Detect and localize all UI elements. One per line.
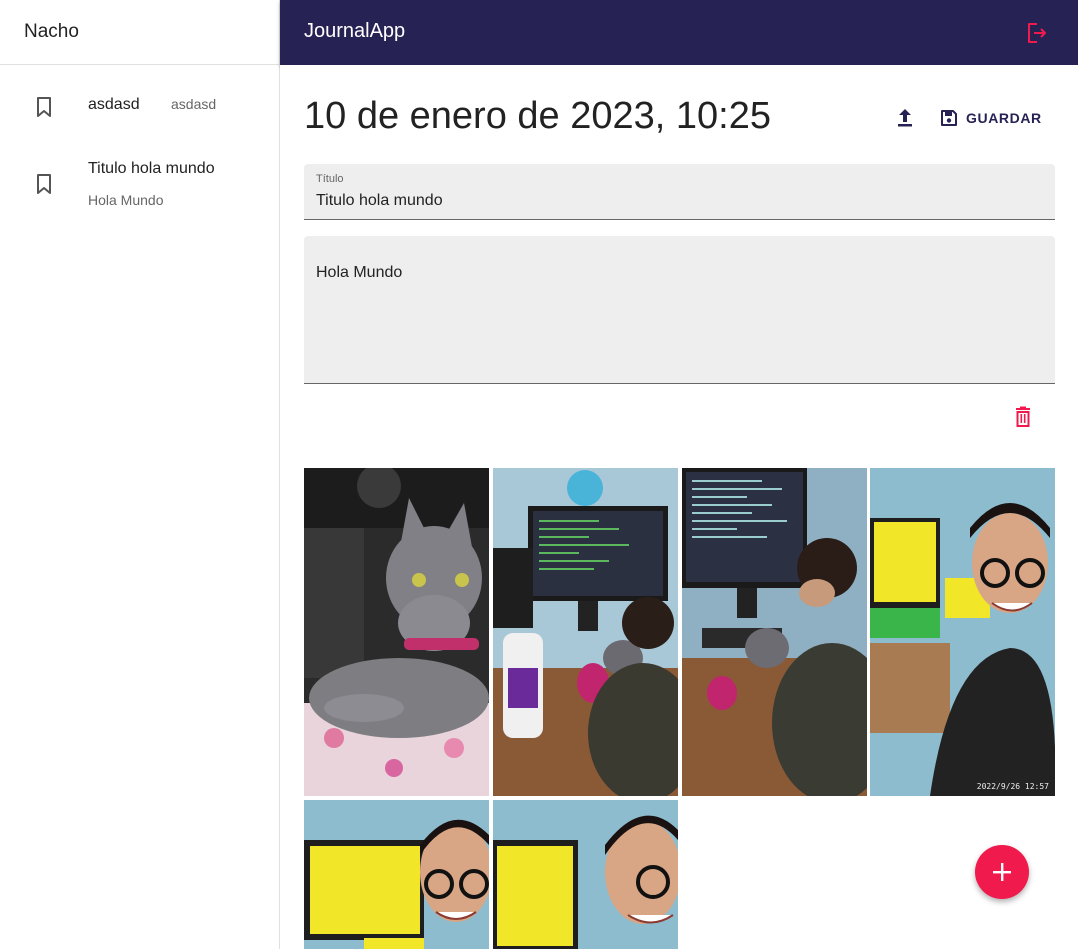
delete-icon[interactable]	[1011, 405, 1035, 429]
gallery-image[interactable]	[493, 800, 678, 949]
sidebar-entry-body: asdasd	[171, 96, 217, 112]
sidebar: Nacho asdasd asdasd Titulo hola mundo Ho…	[0, 0, 280, 949]
body-field-value: Hola Mundo	[316, 264, 403, 281]
title-field[interactable]: Título Titulo hola mundo	[304, 164, 1055, 220]
body-field[interactable]: Hola Mundo	[304, 236, 1055, 384]
gallery-image[interactable]	[682, 468, 867, 796]
sidebar-entry-title: Titulo hola mundo	[88, 160, 215, 177]
sidebar-entry-title: asdasd	[88, 96, 140, 113]
bookmark-icon	[37, 174, 51, 194]
gallery-image[interactable]	[304, 468, 489, 796]
upload-icon[interactable]	[892, 105, 918, 131]
image-gallery: 2022/9/26 12:57	[304, 468, 1055, 949]
gallery-image[interactable]	[304, 800, 489, 949]
title-field-label: Título	[316, 173, 344, 185]
note-editor: 10 de enero de 2023, 10:25 GUARDAR Títul…	[280, 65, 1078, 949]
sidebar-entry-body: Hola Mundo	[88, 192, 164, 208]
logout-icon[interactable]	[1024, 21, 1048, 45]
bookmark-icon	[37, 97, 51, 117]
save-icon	[941, 110, 957, 126]
gallery-image[interactable]	[493, 468, 678, 796]
add-note-button[interactable]	[975, 845, 1029, 899]
plus-icon	[993, 863, 1011, 881]
image-timestamp: 2022/9/26 12:57	[976, 782, 1049, 791]
app-bar: JournalApp	[280, 0, 1078, 65]
gallery-image[interactable]: 2022/9/26 12:57	[870, 468, 1055, 796]
sidebar-entry[interactable]: Titulo hola mundo Hola Mundo	[0, 150, 279, 216]
title-field-value: Titulo hola mundo	[316, 192, 443, 209]
sidebar-entry[interactable]: asdasd asdasd	[0, 80, 279, 132]
journal-app: Nacho asdasd asdasd Titulo hola mundo Ho…	[0, 0, 1078, 949]
save-button-label: GUARDAR	[966, 110, 1042, 126]
note-date: 10 de enero de 2023, 10:25	[304, 95, 771, 137]
sidebar-username: Nacho	[0, 0, 279, 65]
save-button[interactable]: GUARDAR	[940, 105, 1042, 131]
app-title: JournalApp	[304, 20, 406, 42]
